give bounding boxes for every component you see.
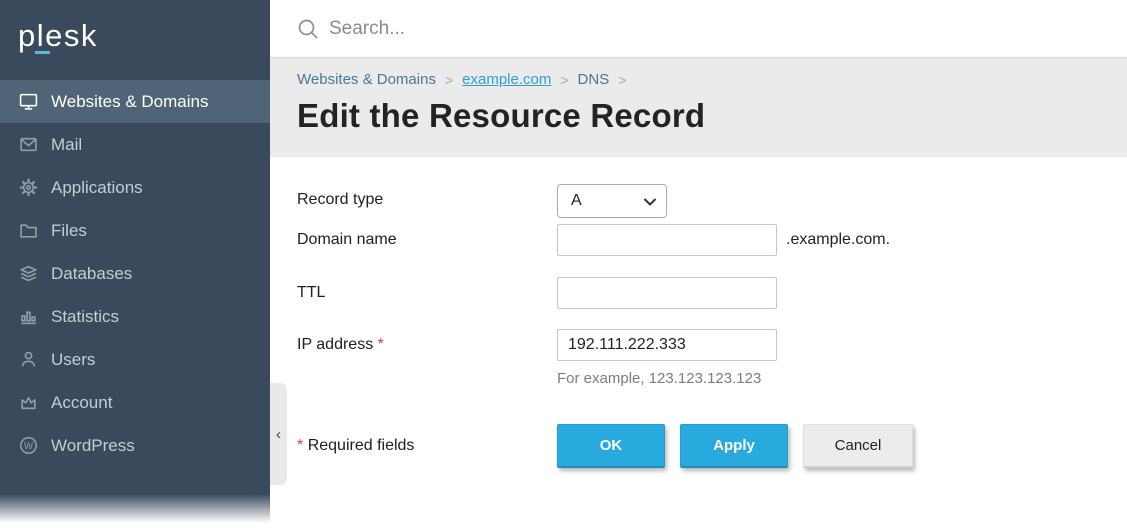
layers-icon [19, 264, 38, 283]
wordpress-icon: W [19, 436, 38, 455]
crown-icon [19, 393, 38, 412]
edit-record-form: Record type A Domain name .example.com. … [270, 157, 1127, 468]
sidebar-item-label: Account [51, 393, 112, 413]
ok-button[interactable]: OK [557, 424, 665, 468]
breadcrumb-websites-domains[interactable]: Websites & Domains [297, 71, 436, 88]
plesk-logo-dash [35, 51, 50, 54]
topbar [270, 0, 1127, 58]
search-icon [297, 18, 319, 40]
page-header: Websites & Domains > example.com > DNS >… [270, 58, 1127, 157]
breadcrumb-separator: > [445, 72, 453, 88]
plesk-app: plesk Websites & Domains Mail [0, 0, 1127, 530]
form-actions: * Required fields OK Apply Cancel [297, 424, 1127, 468]
record-type-label: Record type [297, 184, 557, 209]
required-fields-note: * Required fields [297, 424, 557, 455]
breadcrumb: Websites & Domains > example.com > DNS > [297, 71, 1127, 88]
mail-icon [19, 135, 38, 154]
domain-name-input[interactable] [557, 224, 777, 256]
sidebar-item-label: Mail [51, 135, 82, 155]
search-input[interactable] [329, 18, 929, 40]
required-fields-text: Required fields [308, 437, 415, 454]
chevron-down-icon [643, 195, 657, 209]
ip-address-hint: For example, 123.123.123.123 [557, 370, 777, 387]
main-area: Websites & Domains > example.com > DNS >… [270, 0, 1127, 530]
sidebar-item-label: Applications [51, 178, 143, 198]
apply-button[interactable]: Apply [680, 424, 788, 468]
sidebar-item-label: Statistics [51, 307, 119, 327]
plesk-logo-text: plesk [18, 18, 98, 53]
breadcrumb-dns[interactable]: DNS [578, 71, 610, 88]
sidebar-item-label: Files [51, 221, 87, 241]
record-type-value: A [571, 192, 582, 210]
sidebar-item-account[interactable]: Account [0, 381, 270, 424]
page-title: Edit the Resource Record [297, 97, 1127, 135]
svg-text:W: W [24, 441, 33, 452]
ttl-label: TTL [297, 277, 557, 302]
domain-suffix: .example.com. [786, 224, 890, 249]
user-icon [19, 350, 38, 369]
record-type-row: Record type A [297, 184, 1127, 218]
ip-address-label: IP address * [297, 329, 557, 354]
sidebar-item-applications[interactable]: Applications [0, 166, 270, 209]
sidebar-nav: Websites & Domains Mail [0, 80, 270, 467]
ip-address-input[interactable] [557, 329, 777, 361]
sidebar-item-label: Databases [51, 264, 132, 284]
domain-name-label: Domain name [297, 224, 557, 249]
required-asterisk: * [297, 437, 303, 454]
folder-icon [19, 221, 38, 240]
required-asterisk: * [378, 336, 384, 353]
ip-address-label-text: IP address [297, 336, 373, 353]
monitor-icon [19, 92, 38, 111]
breadcrumb-separator: > [618, 72, 626, 88]
gear-icon [19, 178, 38, 197]
cancel-button[interactable]: Cancel [803, 424, 913, 468]
ttl-input[interactable] [557, 277, 777, 309]
sidebar-item-files[interactable]: Files [0, 209, 270, 252]
sidebar-item-label: Users [51, 350, 95, 370]
breadcrumb-separator: > [560, 72, 568, 88]
sidebar-item-users[interactable]: Users [0, 338, 270, 381]
plesk-logo: plesk [0, 0, 270, 80]
record-type-select[interactable]: A [557, 184, 667, 218]
sidebar-item-label: WordPress [51, 436, 135, 456]
breadcrumb-example-com[interactable]: example.com [462, 71, 551, 88]
sidebar: plesk Websites & Domains Mail [0, 0, 270, 530]
sidebar-item-label: Websites & Domains [51, 92, 208, 112]
sidebar-item-websites-domains[interactable]: Websites & Domains [0, 80, 270, 123]
ttl-row: TTL [297, 277, 1127, 309]
sidebar-item-statistics[interactable]: Statistics [0, 295, 270, 338]
sidebar-item-databases[interactable]: Databases [0, 252, 270, 295]
sidebar-item-mail[interactable]: Mail [0, 123, 270, 166]
ip-address-row: IP address * For example, 123.123.123.12… [297, 329, 1127, 387]
domain-name-row: Domain name .example.com. [297, 224, 1127, 256]
bar-chart-icon [19, 307, 38, 326]
sidebar-item-wordpress[interactable]: W WordPress [0, 424, 270, 467]
